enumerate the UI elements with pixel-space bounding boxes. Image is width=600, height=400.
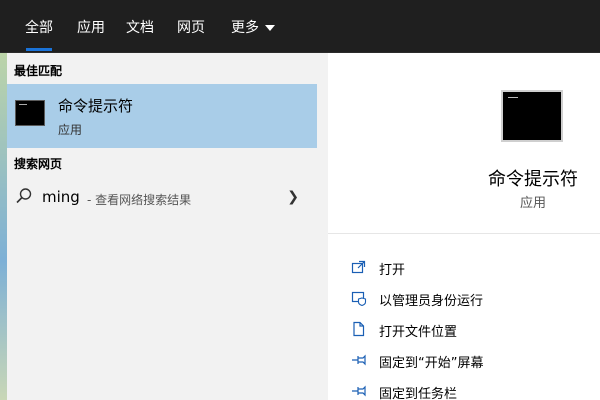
- pin-icon: [352, 385, 366, 397]
- detail-panel: 命令提示符 应用 打开 以管理员身份运行 打开文件位置 固定到“开始”屏幕 固定…: [328, 53, 600, 400]
- cmd-large-icon: [501, 90, 563, 142]
- tab-all[interactable]: 全部: [14, 0, 64, 53]
- pin-to-start-label: 固定到“开始”屏幕: [379, 356, 484, 371]
- open-icon: [351, 260, 366, 274]
- search-icon: [16, 188, 32, 204]
- pin-to-taskbar-action[interactable]: 固定到任务栏: [328, 376, 600, 400]
- tab-more[interactable]: 更多: [222, 0, 284, 53]
- open-file-location-label: 打开文件位置: [379, 325, 458, 340]
- open-label: 打开: [379, 263, 406, 278]
- tab-more-label: 更多: [231, 19, 259, 36]
- best-match-subtitle: 应用: [58, 123, 83, 137]
- tab-web[interactable]: 网页: [170, 0, 212, 53]
- best-match-title: 命令提示符: [58, 97, 134, 115]
- results-panel: 最佳匹配 命令提示符 应用 搜索网页 ming - 查看网络搜索结果 ❯: [7, 53, 317, 400]
- window-edge: [0, 53, 7, 400]
- web-search-hint: - 查看网络搜索结果: [87, 193, 192, 207]
- pin-to-start-action[interactable]: 固定到“开始”屏幕: [328, 345, 600, 375]
- run-as-admin-action[interactable]: 以管理员身份运行: [328, 283, 600, 313]
- best-match-item[interactable]: 命令提示符 应用: [7, 84, 317, 148]
- run-as-admin-label: 以管理员身份运行: [379, 294, 484, 309]
- search-tab-bar: 全部 应用 文档 网页 更多: [0, 0, 600, 53]
- chevron-down-icon: [265, 24, 275, 31]
- cmd-icon: [15, 100, 45, 126]
- shield-admin-icon: [351, 291, 367, 306]
- detail-title: 命令提示符: [488, 169, 578, 190]
- tab-documents[interactable]: 文档: [119, 0, 161, 53]
- file-location-icon: [353, 321, 365, 337]
- open-action[interactable]: 打开: [328, 252, 600, 282]
- chevron-right-icon[interactable]: ❯: [287, 189, 299, 205]
- divider: [328, 233, 600, 234]
- open-file-location-action[interactable]: 打开文件位置: [328, 314, 600, 344]
- web-search-heading: 搜索网页: [14, 157, 63, 171]
- best-match-heading: 最佳匹配: [14, 64, 63, 78]
- web-search-item[interactable]: ming - 查看网络搜索结果 ❯: [7, 181, 317, 213]
- pin-to-taskbar-label: 固定到任务栏: [379, 387, 458, 400]
- tab-apps[interactable]: 应用: [70, 0, 112, 53]
- web-search-query: ming: [42, 188, 80, 206]
- detail-subtitle: 应用: [519, 196, 546, 211]
- pin-icon: [352, 354, 366, 366]
